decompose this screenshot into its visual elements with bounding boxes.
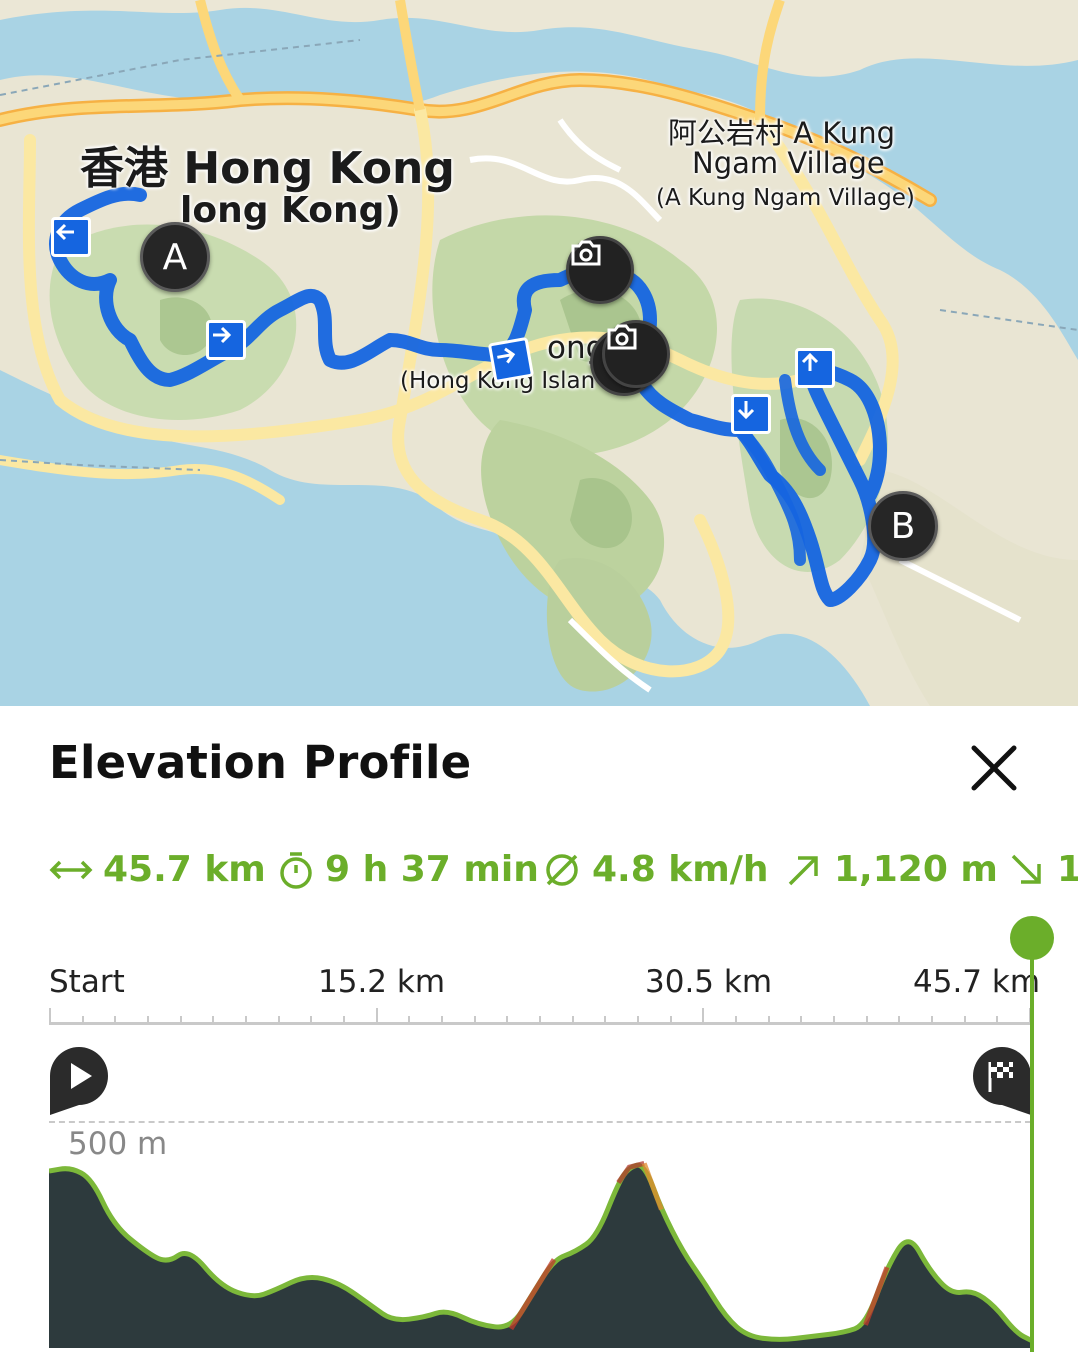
- axis-tick: [441, 1016, 443, 1022]
- elevation-profile-panel: Elevation Profile 45.7 km 9 h 37 min 4.8…: [0, 706, 1078, 1352]
- axis-tick: [114, 1016, 116, 1022]
- axis-tick: [604, 1016, 606, 1022]
- camera-icon[interactable]: [602, 320, 670, 388]
- axis-tick: [147, 1016, 149, 1022]
- axis-tick: [637, 1016, 639, 1022]
- axis-tick: [996, 1016, 998, 1022]
- axis-label-start: Start: [49, 964, 125, 1000]
- axis-tick: [702, 1008, 704, 1024]
- stat-descent: 1: [1007, 849, 1078, 890]
- map-label-a-kung-ngam-village: Ngam Village: [692, 146, 885, 180]
- axis-label-end: 45.7 km: [913, 964, 1041, 1000]
- axis-tick: [49, 1008, 51, 1024]
- stopwatch-icon: [280, 851, 312, 889]
- secondary-road: [0, 455, 285, 505]
- axis-tick: [539, 1016, 541, 1022]
- axis-tick: [572, 1016, 574, 1022]
- route-finish-marker[interactable]: [972, 1046, 1032, 1120]
- stat-distance-value: 45.7 km: [103, 849, 266, 890]
- axis-tick: [768, 1016, 770, 1022]
- stat-descent-value: 1: [1057, 849, 1078, 890]
- axis-tick: [931, 1016, 933, 1022]
- axis-tick: [310, 1016, 312, 1022]
- axis-label-15km: 15.2 km: [318, 964, 446, 1000]
- axis-tick: [376, 1008, 378, 1024]
- axis-tick: [180, 1016, 182, 1022]
- stat-ascent: 1,120 m: [784, 849, 998, 890]
- axis-label-30km: 30.5 km: [645, 964, 773, 1000]
- camera-icon[interactable]: [566, 236, 634, 304]
- stats-bar: 45.7 km 9 h 37 min 4.8 km/h 1,120 m 1: [49, 849, 1078, 899]
- close-button[interactable]: [966, 740, 1022, 796]
- stat-distance: 45.7 km: [49, 849, 266, 890]
- axis-tick: [343, 1016, 345, 1022]
- direction-arrow-icon: [206, 320, 246, 360]
- panel-title: Elevation Profile: [49, 736, 472, 789]
- axis-tick: [278, 1016, 280, 1022]
- axis-tick: [964, 1016, 966, 1022]
- route-start-pin[interactable]: A: [140, 222, 210, 292]
- map-label-hong-kong-sub: long Kong): [180, 190, 401, 231]
- elevation-reference-line: [49, 1121, 1031, 1123]
- route-end-pin[interactable]: B: [868, 491, 938, 561]
- route-map[interactable]: 香港 Hong Kong long Kong) 阿公岩村 A Kung Ngam…: [0, 0, 1078, 706]
- finish-flag-icon[interactable]: [972, 1046, 1032, 1116]
- map-label-hong-kong: 香港 Hong Kong: [80, 143, 455, 194]
- axis-tick: [474, 1016, 476, 1022]
- stat-ascent-value: 1,120 m: [834, 849, 998, 890]
- elevation-label-500m: 500 m: [68, 1126, 168, 1162]
- map-canvas[interactable]: [0, 0, 1078, 706]
- axis-tick: [735, 1016, 737, 1022]
- position-cursor-handle[interactable]: [1010, 916, 1054, 960]
- distance-icon: [49, 860, 93, 879]
- axis-tick: [800, 1016, 802, 1022]
- axis-tick: [833, 1016, 835, 1022]
- stat-avg-speed: 4.8 km/h: [542, 849, 769, 890]
- route-start-marker[interactable]: [49, 1046, 109, 1120]
- direction-arrow-icon: [795, 348, 835, 388]
- position-cursor-line[interactable]: [1030, 932, 1034, 1352]
- axis-tick: [866, 1016, 868, 1022]
- kowloon-land: [0, 0, 1078, 77]
- main-road: [195, 0, 245, 103]
- stat-duration-value: 9 h 37 min: [325, 849, 539, 890]
- direction-arrow-icon: [731, 394, 771, 434]
- stat-avg-speed-value: 4.8 km/h: [592, 849, 769, 890]
- ascent-arrow-icon: [788, 855, 818, 885]
- axis-tick: [408, 1016, 410, 1022]
- axis-tick: [245, 1016, 247, 1022]
- direction-arrow-icon: [51, 217, 91, 257]
- axis-tick: [212, 1016, 214, 1022]
- axis-tick: [670, 1016, 672, 1022]
- axis-tick: [506, 1016, 508, 1022]
- axis-tick: [898, 1016, 900, 1022]
- axis-tick: [82, 1016, 84, 1022]
- map-label-a-kung-ngam-sub: (A Kung Ngam Village): [656, 185, 915, 211]
- close-icon[interactable]: [966, 740, 1022, 796]
- elevation-chart[interactable]: [49, 1126, 1031, 1348]
- descent-arrow-icon: [1011, 854, 1041, 884]
- stat-duration: 9 h 37 min: [277, 849, 539, 890]
- direction-arrow-icon: [487, 336, 535, 384]
- average-icon: [546, 853, 578, 886]
- distance-axis: [49, 1022, 1031, 1025]
- play-icon[interactable]: [49, 1046, 109, 1116]
